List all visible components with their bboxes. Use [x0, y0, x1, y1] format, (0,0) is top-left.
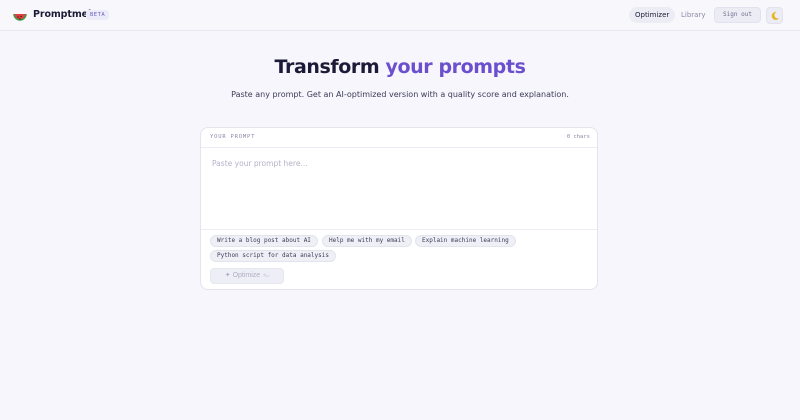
- optimize-shortcut: ⌘↵: [263, 273, 270, 279]
- suggestion-chip-email[interactable]: Help me with my email: [322, 235, 412, 247]
- optimize-label: ✦ Optimize: [224, 272, 261, 279]
- prompt-input[interactable]: [201, 149, 597, 229]
- page-title-main: Transform: [274, 56, 386, 78]
- watermelon-icon: [13, 9, 27, 21]
- card-divider: [201, 229, 597, 230]
- suggestion-chip-blog[interactable]: Write a blog post about AI: [210, 235, 318, 247]
- nav-library[interactable]: Library: [676, 7, 710, 23]
- top-header: Promptmelo BETA Optimizer Library Sign o…: [0, 0, 800, 31]
- optimize-button[interactable]: ✦ Optimize ⌘↵: [210, 268, 284, 284]
- page-title-accent: your prompts: [385, 56, 526, 78]
- prompt-card-header: YOUR PROMPT 0 chars: [201, 128, 597, 148]
- beta-badge: BETA: [86, 10, 110, 20]
- suggestion-chip-python[interactable]: Python script for data analysis: [210, 250, 336, 262]
- sign-out-button[interactable]: Sign out: [714, 7, 761, 23]
- moon-icon: [771, 11, 779, 20]
- page-subtitle: Paste any prompt. Get an AI-optimized ve…: [231, 90, 569, 99]
- char-count: 0 chars: [566, 134, 590, 140]
- nav-optimizer[interactable]: Optimizer: [629, 7, 676, 23]
- theme-toggle-button[interactable]: [766, 7, 783, 24]
- page-title: Transform your prompts: [0, 56, 800, 78]
- suggestion-chip-ml[interactable]: Explain machine learning: [415, 235, 516, 247]
- prompt-label: YOUR PROMPT: [210, 134, 256, 140]
- prompt-card: YOUR PROMPT 0 chars Write a blog post ab…: [200, 127, 598, 290]
